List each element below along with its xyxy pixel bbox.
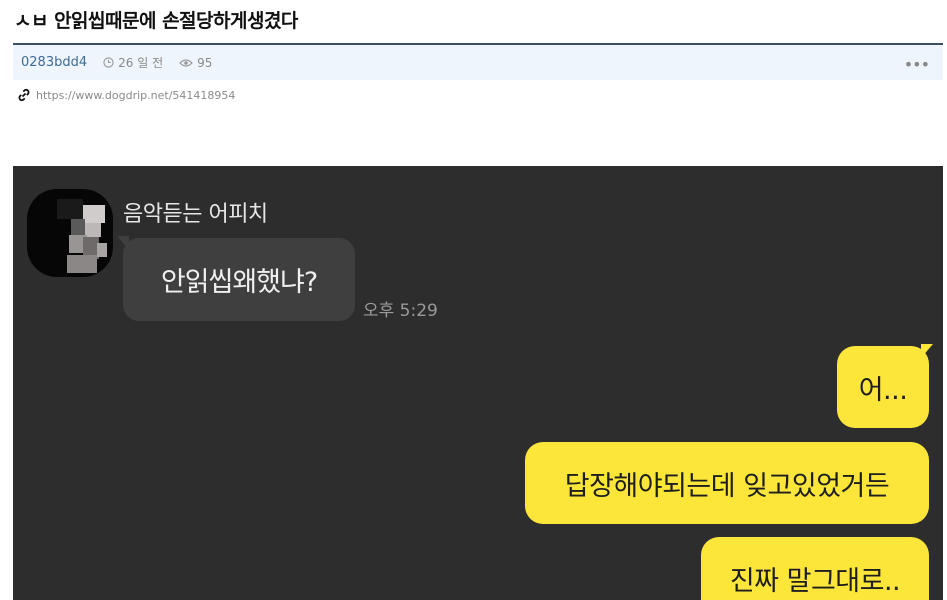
sent-message-bubble: 답장해야되는데 잊고있었거든 xyxy=(525,442,929,524)
avatar xyxy=(27,189,113,277)
clock-icon xyxy=(103,57,114,68)
message-time: 오후 5:29 xyxy=(363,301,438,321)
eye-icon xyxy=(179,58,193,67)
link-icon xyxy=(18,88,30,102)
permalink[interactable]: https://www.dogdrip.net/541418954 xyxy=(36,89,235,102)
sent-message-bubble: 진짜 말그대로.. xyxy=(701,537,929,600)
post-time-text: 26 일 전 xyxy=(118,56,164,70)
post-meta-bar: 0283bdd4 26 일 전 95 ••• xyxy=(13,45,943,80)
permalink-row: https://www.dogdrip.net/541418954 xyxy=(17,88,235,102)
sender-name: 음악듣는 어피치 xyxy=(123,202,268,227)
author-link[interactable]: 0283bdd4 xyxy=(21,55,87,70)
post-time: 26 일 전 xyxy=(103,54,163,71)
received-message-bubble: 안읽씹왜했냐? xyxy=(123,238,355,321)
post-title: ㅅㅂ 안읽씹때문에 손절당하게생겼다 xyxy=(14,10,298,32)
chat-screenshot-image: 음악듣는 어피치 안읽씹왜했냐? 오후 5:29 어... 답장해야되는데 잊고… xyxy=(13,166,943,600)
post-views: 95 xyxy=(179,56,212,70)
more-dots-icon[interactable]: ••• xyxy=(904,55,930,74)
sent-message-bubble: 어... xyxy=(837,346,929,428)
post-views-count: 95 xyxy=(197,55,213,70)
